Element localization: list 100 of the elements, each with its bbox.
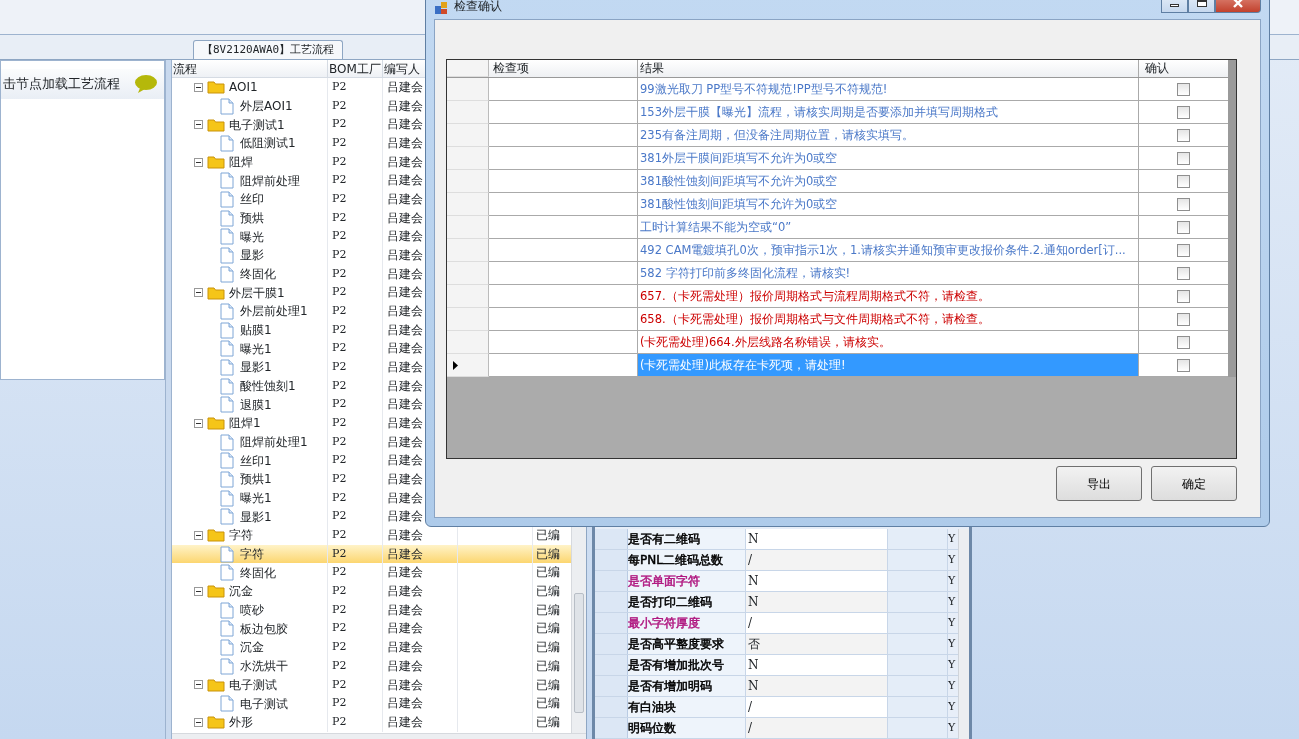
property-value[interactable]: / [746, 550, 888, 570]
tree-item-label[interactable]: 显影 [240, 246, 264, 265]
tree-folder-label[interactable]: 阻焊 [229, 153, 253, 171]
collapse-toggle[interactable] [194, 120, 203, 130]
tree-item-label[interactable]: 显影1 [240, 507, 272, 526]
splitter[interactable] [165, 60, 172, 739]
checkbox[interactable] [1177, 105, 1190, 119]
tree-folder-label[interactable]: 外层干膜1 [229, 283, 285, 302]
tree-folder-label[interactable]: 阻焊1 [229, 414, 261, 433]
tree-item-label[interactable]: 字符 [240, 545, 264, 564]
tree-item-label[interactable]: 喷砂 [240, 601, 264, 620]
property-value[interactable]: 否 [746, 634, 888, 654]
tree-item-label[interactable]: 板边包胶 [240, 619, 288, 638]
property-value[interactable]: N [746, 592, 888, 612]
column-header[interactable]: BOM工厂 [328, 60, 383, 77]
scrollbar-thumb[interactable] [574, 593, 584, 713]
document-icon [220, 209, 234, 227]
tree-item-label[interactable]: 曝光1 [240, 339, 272, 358]
table-cell: P2 [328, 78, 383, 97]
property-value[interactable]: N [746, 571, 888, 591]
scrollbar[interactable] [172, 733, 586, 739]
checkbox[interactable] [1177, 243, 1190, 257]
property-name: 是否有增加明码 [628, 679, 712, 693]
folder-icon [207, 117, 225, 132]
collapse-toggle[interactable] [194, 157, 203, 167]
tree-item-label[interactable]: 曝光1 [240, 489, 272, 508]
column-header[interactable]: 结果 [638, 60, 1139, 77]
close-icon [1232, 0, 1244, 8]
property-value[interactable]: / [746, 697, 888, 717]
tree-item-label[interactable]: 外层前处理1 [240, 302, 308, 321]
tree-item-label[interactable]: 阻焊前处理1 [240, 433, 308, 452]
table-cell: P2 [328, 190, 383, 209]
collapse-toggle[interactable] [194, 418, 203, 428]
tree-item-label[interactable]: 终固化 [240, 265, 276, 284]
property-name: 是否打印二维码 [628, 595, 712, 609]
checkbox[interactable] [1177, 266, 1190, 280]
document-icon [220, 564, 234, 582]
scrollbar[interactable] [958, 529, 969, 739]
collapse-toggle[interactable] [194, 586, 203, 596]
tree-item-label[interactable]: 水洗烘干 [240, 657, 288, 676]
property-value[interactable]: N [746, 676, 888, 696]
tree-item-label[interactable]: 电子测试 [240, 694, 288, 713]
row-header[interactable] [447, 354, 489, 377]
tree-item-label[interactable]: 酸性蚀刻1 [240, 377, 296, 396]
table-cell: P2 [328, 208, 383, 228]
tree-folder-label[interactable]: 电子测试1 [229, 115, 285, 134]
tree-item-label[interactable]: 终固化 [240, 563, 276, 582]
checkbox[interactable] [1177, 174, 1190, 188]
checkbox[interactable] [1177, 82, 1190, 96]
speech-bubble-icon [134, 74, 158, 94]
tree-item-label[interactable]: 预烘1 [240, 470, 272, 489]
checkbox[interactable] [1177, 335, 1190, 349]
checkbox[interactable] [1177, 358, 1190, 372]
checkbox[interactable] [1177, 220, 1190, 234]
checkbox[interactable] [1177, 197, 1190, 211]
tree-folder-label[interactable]: AOI1 [229, 78, 258, 97]
property-value[interactable]: N [746, 655, 888, 675]
tree-item-label[interactable]: 退膜1 [240, 395, 272, 414]
column-header[interactable]: 检查项 [489, 60, 638, 77]
tree-item-label[interactable]: 预烘 [240, 209, 264, 228]
tree-item-label[interactable]: 低阻测试1 [240, 134, 296, 153]
collapse-toggle[interactable] [194, 82, 203, 92]
document-icon [220, 508, 234, 526]
dialog-button[interactable]: 确定 [1151, 466, 1237, 501]
column-header[interactable]: 流程 [172, 60, 328, 77]
collapse-toggle[interactable] [194, 530, 203, 540]
table-cell: P2 [328, 600, 383, 620]
tree-folder-label[interactable]: 电子测试 [229, 675, 277, 694]
dialog-button[interactable]: 导出 [1056, 466, 1142, 501]
checkbox[interactable] [1177, 312, 1190, 326]
property-value[interactable]: / [746, 718, 888, 738]
document-icon [220, 302, 234, 320]
tree-item-label[interactable]: 阻焊前处理 [240, 171, 300, 190]
table-cell: P2 [328, 171, 383, 191]
tree-item-label[interactable]: 显影1 [240, 358, 272, 377]
tree-folder-label[interactable]: 外形 [229, 713, 253, 732]
tree-item-label[interactable]: 外层AOI1 [240, 97, 293, 115]
table-cell-text: 已编 [535, 583, 561, 601]
tree-item-label[interactable]: 丝印1 [240, 451, 272, 470]
tree-folder-label[interactable]: 沉金 [229, 582, 253, 601]
collapse-toggle[interactable] [194, 717, 203, 727]
collapse-toggle[interactable] [194, 680, 203, 690]
tree-item-label[interactable]: 丝印 [240, 190, 264, 209]
property-value[interactable]: / [746, 613, 888, 633]
checkbox[interactable] [1177, 151, 1190, 165]
table-cell: 吕建会 [383, 638, 458, 657]
scrollbar[interactable] [1228, 60, 1236, 377]
selected-tree-row[interactable]: 字符 P2 吕建会 已编 [172, 544, 571, 564]
collapse-toggle[interactable] [194, 288, 203, 298]
tree-item-label[interactable]: 曝光 [240, 227, 264, 246]
checkbox[interactable] [1177, 289, 1190, 303]
folder-icon [207, 155, 225, 169]
property-name: 最小字符厚度 [628, 616, 700, 630]
property-name: 是否高平整度要求 [628, 637, 724, 651]
tree-folder-label[interactable]: 字符 [229, 526, 253, 545]
tree-item-label[interactable]: 沉金 [240, 638, 264, 657]
column-header[interactable]: 确认 [1139, 60, 1228, 77]
checkbox[interactable] [1177, 128, 1190, 142]
property-value[interactable]: N [746, 529, 888, 549]
tree-item-label[interactable]: 贴膜1 [240, 321, 272, 340]
